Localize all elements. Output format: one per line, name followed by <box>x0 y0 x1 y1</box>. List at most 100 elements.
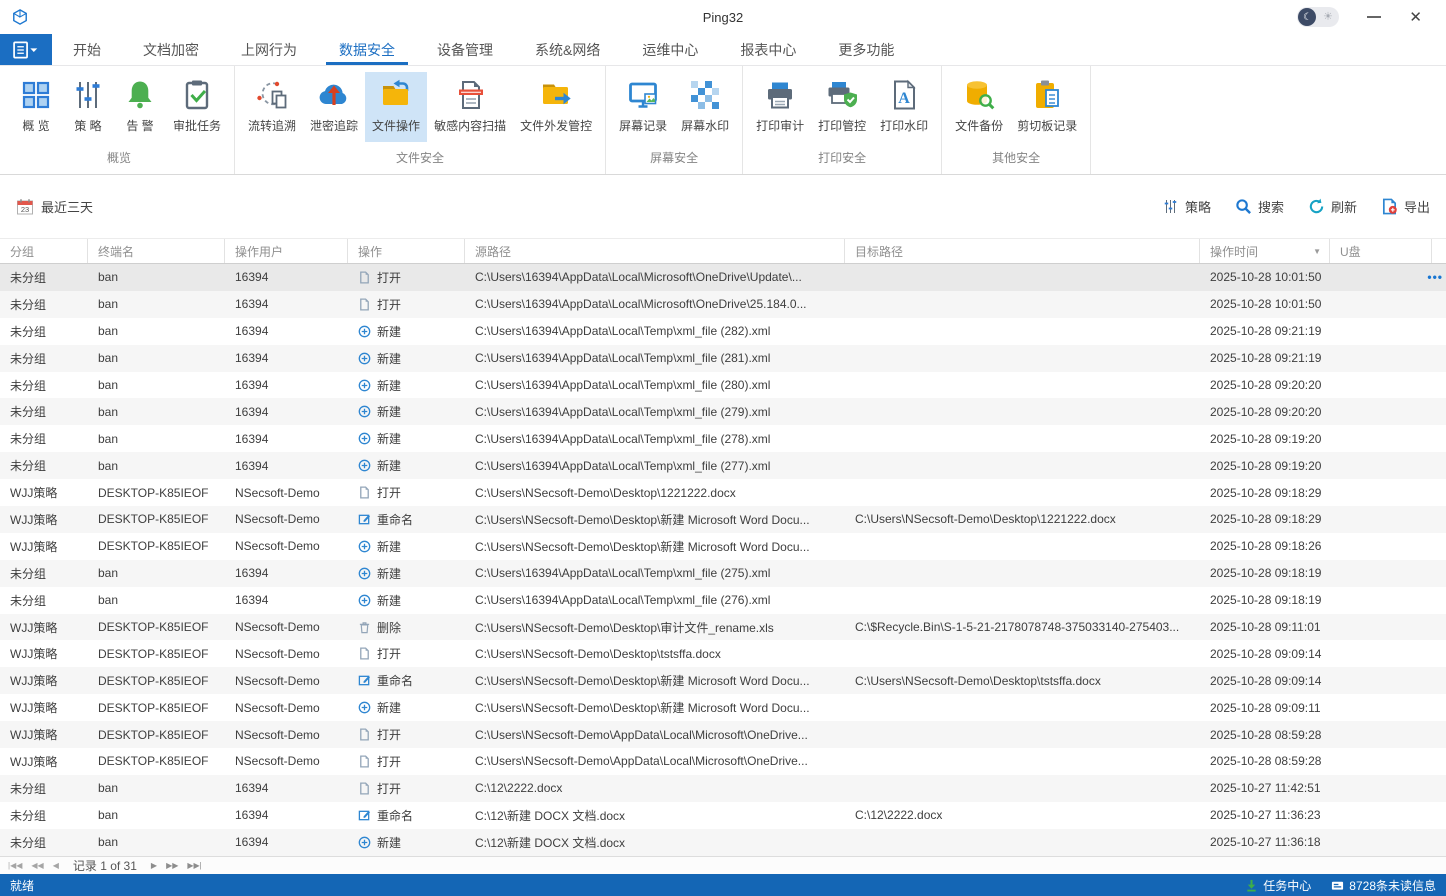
cell-operation: 打开 <box>348 479 465 506</box>
fast-prev-icon[interactable]: ◀◀ <box>31 861 43 870</box>
doc-scan-icon <box>453 78 487 112</box>
table-row[interactable]: 未分组ban16394打开C:\Users\16394\AppData\Loca… <box>0 264 1446 291</box>
col-operation-time[interactable]: 操作时间▼ <box>1200 239 1330 263</box>
table-row[interactable]: 未分组ban16394新建C:\Users\16394\AppData\Loca… <box>0 452 1446 479</box>
col-operation[interactable]: 操作 <box>348 239 465 263</box>
table-row[interactable]: WJJ策略DESKTOP-K85IEOFNSecsoft-Demo打开C:\Us… <box>0 748 1446 775</box>
print-audit-button[interactable]: 打印审计 <box>749 72 811 142</box>
refresh-action[interactable]: 刷新 <box>1308 197 1357 216</box>
print-control-button[interactable]: 打印管控 <box>811 72 873 142</box>
col-group[interactable]: 分组 <box>0 239 88 263</box>
close-button[interactable]: ✕ <box>1409 10 1422 25</box>
task-center-button[interactable]: 任务中心 <box>1245 877 1311 894</box>
col-target-path[interactable]: 目标路径 <box>845 239 1200 263</box>
titlebar: Ping32 ☾ ☀ ✕ <box>0 0 1446 34</box>
next-page-icon[interactable]: ▶ <box>151 861 157 870</box>
calendar-icon <box>16 198 34 216</box>
search-action[interactable]: 搜索 <box>1235 197 1284 216</box>
overview-button[interactable]: 概 览 <box>10 72 62 142</box>
table-row[interactable]: WJJ策略DESKTOP-K85IEOFNSecsoft-Demo删除C:\Us… <box>0 614 1446 641</box>
cell-usb <box>1330 829 1432 856</box>
cell-usb <box>1330 587 1432 614</box>
last-page-icon[interactable]: ▶▶| <box>187 861 201 870</box>
clipboard-record-button[interactable]: 剪切板记录 <box>1010 72 1084 142</box>
fast-next-icon[interactable]: ▶▶ <box>166 861 178 870</box>
table-row[interactable]: 未分组ban16394新建C:\Users\16394\AppData\Loca… <box>0 398 1446 425</box>
theme-toggle[interactable]: ☾ ☀ <box>1297 7 1339 27</box>
approval-tasks-button[interactable]: 审批任务 <box>166 72 228 142</box>
tab-ops-center[interactable]: 运维中心 <box>621 34 719 65</box>
table-row[interactable]: WJJ策略DESKTOP-K85IEOFNSecsoft-Demo新建C:\Us… <box>0 533 1446 560</box>
table-row[interactable]: 未分组ban16394新建C:\Users\16394\AppData\Loca… <box>0 587 1446 614</box>
cell-group: 未分组 <box>0 398 88 425</box>
tab-device-management[interactable]: 设备管理 <box>416 34 514 65</box>
tab-more-features[interactable]: 更多功能 <box>817 34 915 65</box>
table-row[interactable]: WJJ策略DESKTOP-K85IEOFNSecsoft-Demo新建C:\Us… <box>0 694 1446 721</box>
tab-system-network[interactable]: 系统&网络 <box>514 34 621 65</box>
cell-operation-time: 2025-10-28 09:11:01 <box>1200 614 1330 641</box>
leak-track-button[interactable]: 泄密追踪 <box>303 72 365 142</box>
prev-page-icon[interactable]: ◀ <box>53 861 59 870</box>
cell-terminal: ban <box>88 345 225 372</box>
cell-operator: 16394 <box>225 829 348 856</box>
first-page-icon[interactable]: |◀◀ <box>8 861 22 870</box>
table-row[interactable]: 未分组ban16394重命名C:\12\新建 DOCX 文档.docxC:\12… <box>0 802 1446 829</box>
cell-operation-time: 2025-10-28 09:18:29 <box>1200 506 1330 533</box>
print-watermark-button[interactable]: 打印水印 <box>873 72 935 142</box>
date-filter[interactable]: 最近三天 <box>16 197 93 216</box>
flow-trace-button[interactable]: 流转追溯 <box>241 72 303 142</box>
cell-target-path <box>845 345 1200 372</box>
cell-operation: 打开 <box>348 264 465 291</box>
file-backup-button[interactable]: 文件备份 <box>948 72 1010 142</box>
minimize-button[interactable] <box>1367 16 1381 18</box>
table-row[interactable]: 未分组ban16394打开C:\12\2222.docx2025-10-27 1… <box>0 775 1446 802</box>
cell-operation: 新建 <box>348 425 465 452</box>
table-row[interactable]: 未分组ban16394新建C:\Users\16394\AppData\Loca… <box>0 560 1446 587</box>
tab-data-security[interactable]: 数据安全 <box>318 34 416 65</box>
col-source-path[interactable]: 源路径 <box>465 239 845 263</box>
table-row[interactable]: 未分组ban16394新建C:\Users\16394\AppData\Loca… <box>0 345 1446 372</box>
sensitive-content-scan-button[interactable]: 敏感内容扫描 <box>427 72 513 142</box>
other-security-group-label: 其他安全 <box>944 147 1088 174</box>
table-row[interactable]: 未分组ban16394新建C:\Users\16394\AppData\Loca… <box>0 425 1446 452</box>
screen-watermark-button[interactable]: 屏幕水印 <box>674 72 736 142</box>
cell-operation: 新建 <box>348 452 465 479</box>
row-actions-button[interactable]: ••• <box>1427 264 1443 291</box>
table-row[interactable]: 未分组ban16394打开C:\Users\16394\AppData\Loca… <box>0 291 1446 318</box>
cell-operator: 16394 <box>225 775 348 802</box>
table-row[interactable]: 未分组ban16394新建C:\Users\16394\AppData\Loca… <box>0 318 1446 345</box>
col-terminal[interactable]: 终端名 <box>88 239 225 263</box>
table-row[interactable]: WJJ策略DESKTOP-K85IEOFNSecsoft-Demo重命名C:\U… <box>0 506 1446 533</box>
alert-button[interactable]: 告 警 <box>114 72 166 142</box>
export-action[interactable]: 导出 <box>1381 197 1430 216</box>
message-icon <box>1331 879 1344 892</box>
file-outgoing-control-button[interactable]: 文件外发管控 <box>513 72 599 142</box>
policy-action[interactable]: 策略 <box>1162 197 1211 216</box>
file-operations-button[interactable]: 文件操作 <box>365 72 427 142</box>
table-row[interactable]: WJJ策略DESKTOP-K85IEOFNSecsoft-Demo打开C:\Us… <box>0 721 1446 748</box>
table-row[interactable]: WJJ策略DESKTOP-K85IEOFNSecsoft-Demo重命名C:\U… <box>0 667 1446 694</box>
tab-report-center[interactable]: 报表中心 <box>719 34 817 65</box>
table-row[interactable]: 未分组ban16394新建C:\Users\16394\AppData\Loca… <box>0 372 1446 399</box>
screen-record-button[interactable]: 屏幕记录 <box>612 72 674 142</box>
table-row[interactable]: WJJ策略DESKTOP-K85IEOFNSecsoft-Demo打开C:\Us… <box>0 640 1446 667</box>
tab-doc-encryption[interactable]: 文档加密 <box>122 34 220 65</box>
tab-internet-behavior[interactable]: 上网行为 <box>220 34 318 65</box>
filter-arrow-icon[interactable]: ▼ <box>1313 247 1321 256</box>
cell-terminal: ban <box>88 775 225 802</box>
cell-group: WJJ策略 <box>0 614 88 641</box>
cell-terminal: DESKTOP-K85IEOF <box>88 506 225 533</box>
tab-home[interactable]: 开始 <box>52 34 122 65</box>
app-menu-button[interactable] <box>0 34 52 65</box>
col-operator[interactable]: 操作用户 <box>225 239 348 263</box>
table-row[interactable]: WJJ策略DESKTOP-K85IEOFNSecsoft-Demo打开C:\Us… <box>0 479 1446 506</box>
sun-icon: ☀ <box>1316 12 1339 23</box>
table-row[interactable]: 未分组ban16394新建C:\12\新建 DOCX 文档.docx2025-1… <box>0 829 1446 856</box>
cell-terminal: ban <box>88 452 225 479</box>
unread-messages-button[interactable]: 8728条未读信息 <box>1331 877 1436 894</box>
col-usb[interactable]: U盘 <box>1330 239 1432 263</box>
cell-terminal: DESKTOP-K85IEOF <box>88 748 225 775</box>
op-new-icon <box>358 594 371 607</box>
policy-button[interactable]: 策 略 <box>62 72 114 142</box>
cell-source-path: C:\Users\16394\AppData\Local\Temp\xml_fi… <box>465 345 845 372</box>
